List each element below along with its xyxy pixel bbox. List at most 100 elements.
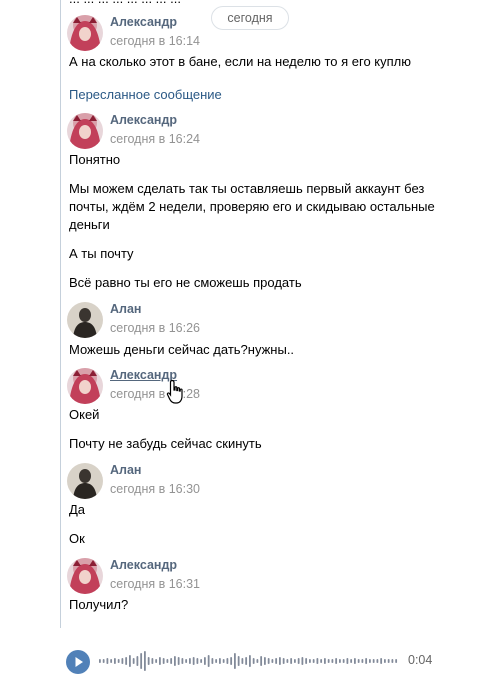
waveform-bar: [264, 657, 266, 665]
play-button[interactable]: [66, 650, 90, 674]
message-text: Можешь деньги сейчас дать?нужны..: [69, 342, 295, 357]
waveform-bar: [297, 658, 300, 664]
waveform-bar: [110, 659, 113, 663]
waveform-bar: [361, 659, 364, 663]
waveform-bar: [204, 657, 206, 665]
waveform-bar: [384, 659, 386, 663]
message-text: Окей: [69, 407, 100, 422]
waveform-bar: [230, 657, 233, 665]
message-time[interactable]: сегодня в 16:24: [110, 132, 200, 146]
waveform-bar: [342, 659, 345, 663]
waveform-bar: [312, 659, 315, 663]
waveform-bar: [162, 658, 165, 664]
message-time[interactable]: сегодня в 16:30: [110, 482, 200, 496]
message-author[interactable]: Александр: [110, 15, 177, 29]
waveform-bar: [147, 657, 150, 665]
waveform-bar: [316, 658, 319, 664]
waveform-bar: [189, 658, 191, 664]
waveform-bar: [106, 658, 109, 664]
message-author[interactable]: Александр: [110, 113, 177, 127]
avatar[interactable]: [67, 368, 103, 404]
voice-waveform[interactable]: [99, 649, 399, 673]
forwarded-message-link[interactable]: Пересланное сообщение: [69, 87, 222, 102]
waveform-bar: [237, 656, 240, 666]
waveform-bar: [327, 659, 330, 663]
waveform-bar: [391, 659, 394, 663]
waveform-bar: [117, 659, 120, 663]
message-text: Получил?: [69, 597, 129, 612]
message-text: Мы можем сделать так ты оставляешь первы…: [69, 181, 425, 196]
waveform-bar: [136, 656, 139, 666]
waveform-bar: [200, 659, 203, 663]
waveform-bar: [192, 657, 195, 665]
waveform-bar: [350, 659, 353, 663]
waveform-bar: [144, 651, 146, 671]
waveform-bar: [185, 659, 188, 663]
message-text: Почту не забудь сейчас скинуть: [69, 436, 262, 451]
waveform-bar: [369, 659, 371, 663]
waveform-bar: [267, 658, 270, 664]
message-time[interactable]: сегодня в 16:14: [110, 34, 200, 48]
waveform-bar: [234, 653, 236, 669]
waveform-bar: [132, 658, 135, 664]
waveform-bar: [354, 658, 356, 664]
message-text: Понятно: [69, 152, 121, 167]
waveform-bar: [174, 656, 176, 666]
waveform-bar: [170, 658, 173, 664]
clipped-message-fragment: ... ... ... ... ... ... ... ...: [69, 0, 181, 6]
waveform-bar: [256, 659, 259, 663]
waveform-bar: [125, 657, 128, 665]
waveform-bar: [159, 657, 161, 665]
waveform-bar: [324, 658, 326, 664]
waveform-bar: [290, 658, 293, 664]
avatar[interactable]: [67, 558, 103, 594]
waveform-bar: [245, 657, 248, 665]
waveform-bar: [309, 659, 311, 663]
waveform-bar: [301, 657, 304, 665]
message-author[interactable]: Алан: [110, 463, 141, 477]
waveform-bar: [395, 659, 398, 663]
waveform-bar: [181, 658, 184, 664]
waveform-bar: [339, 659, 341, 663]
waveform-bar: [140, 653, 143, 669]
message-time[interactable]: сегодня в 16:26: [110, 321, 200, 335]
waveform-bar: [219, 658, 221, 664]
waveform-bar: [249, 655, 251, 667]
waveform-bar: [335, 658, 338, 664]
message-text: А ты почту: [69, 246, 134, 261]
waveform-bar: [222, 659, 225, 663]
avatar[interactable]: [67, 463, 103, 499]
message-text: деньги: [69, 217, 110, 232]
avatar[interactable]: [67, 15, 103, 51]
waveform-bar: [275, 658, 278, 664]
message-time[interactable]: сегодня в 16:31: [110, 577, 200, 591]
waveform-bar: [357, 659, 360, 663]
waveform-bar: [271, 659, 274, 663]
waveform-bar: [177, 657, 180, 665]
waveform-bar: [376, 659, 379, 663]
avatar[interactable]: [67, 302, 103, 338]
waveform-bar: [114, 658, 116, 664]
waveform-bar: [196, 658, 199, 664]
message-text: почты, ждём 2 недели, проверяю его и ски…: [69, 199, 435, 214]
message-text: А на сколько этот в бане, если на неделю…: [69, 54, 412, 69]
waveform-bar: [207, 655, 210, 667]
waveform-bar: [346, 658, 349, 664]
waveform-bar: [129, 655, 131, 667]
message-author[interactable]: Алан: [110, 302, 141, 316]
waveform-bar: [226, 658, 229, 664]
waveform-bar: [320, 659, 323, 663]
waveform-bar: [151, 658, 154, 664]
waveform-bar: [305, 658, 308, 664]
waveform-bar: [241, 658, 244, 664]
waveform-bar: [279, 657, 281, 665]
waveform-bar: [215, 659, 218, 663]
hand-pointer-icon: [166, 379, 183, 404]
play-icon: [75, 657, 83, 667]
message-text: Ок: [69, 531, 85, 546]
message-author[interactable]: Александр: [110, 558, 177, 572]
waveform-bar: [282, 658, 285, 664]
avatar[interactable]: [67, 113, 103, 149]
waveform-bar: [380, 658, 383, 664]
waveform-bar: [365, 658, 368, 664]
